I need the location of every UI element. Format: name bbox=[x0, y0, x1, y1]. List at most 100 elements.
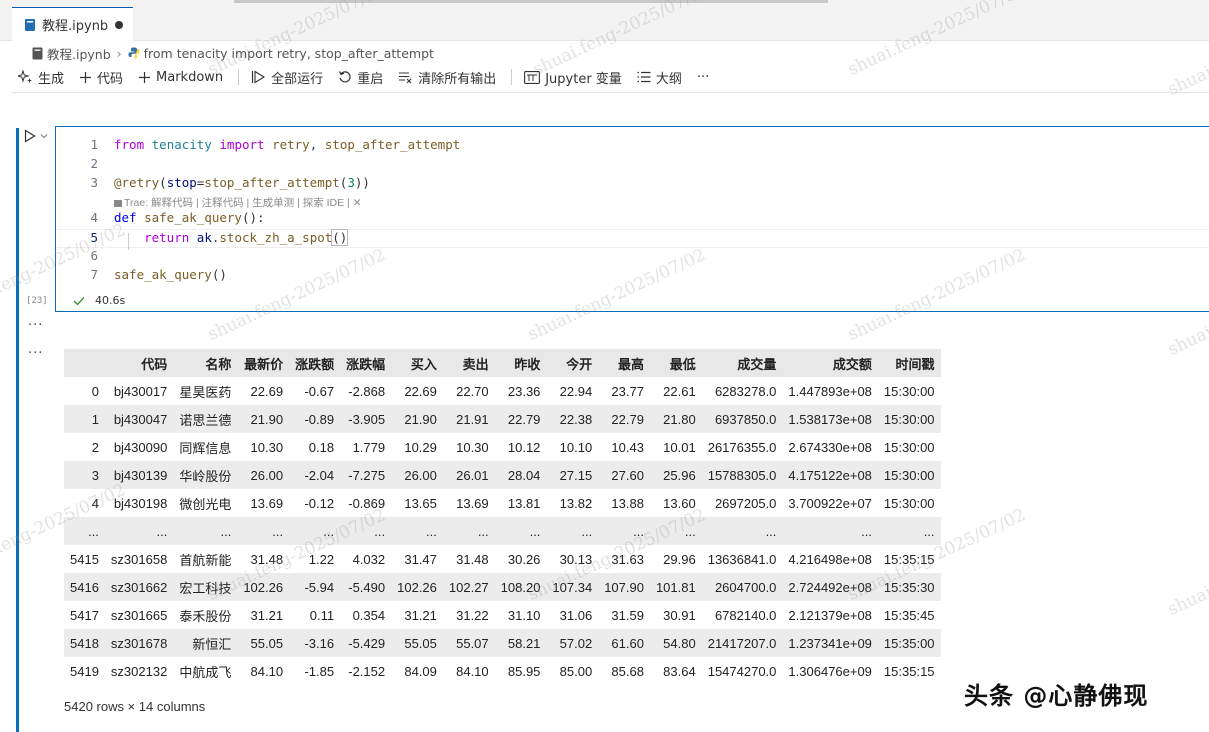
row-index: 4 bbox=[91, 495, 99, 511]
table-row: 5418 sz301678 新恒汇 55.05 -3.16 -5.429 55.05 55.0… bbox=[64, 629, 941, 657]
jupyter-variables-button[interactable]: Jupyter 变量 bbox=[524, 68, 622, 87]
table-cell: 宏工科技 bbox=[179, 580, 232, 596]
tab-notebook[interactable]: 教程.ipynb bbox=[12, 7, 133, 41]
column-header: 卖出 bbox=[442, 349, 495, 377]
chevron-down-icon[interactable] bbox=[39, 132, 49, 140]
table-cell: bj430090 bbox=[113, 439, 168, 455]
table-cell: -3.905 bbox=[348, 411, 386, 427]
table-cell: ... bbox=[684, 523, 696, 539]
code-line[interactable]: 1 from tenacity import retry, stop_after… bbox=[56, 137, 1209, 156]
column-header: 昨收 bbox=[494, 349, 547, 377]
table-cell: -3.16 bbox=[304, 635, 335, 651]
row-index: 3 bbox=[91, 467, 99, 483]
table-cell: 22.38 bbox=[559, 411, 593, 427]
table-cell: 10.10 bbox=[559, 439, 593, 455]
table-cell: 102.26 bbox=[243, 579, 284, 595]
line-number: 2 bbox=[90, 156, 98, 171]
clear-outputs-button[interactable]: 清除所有输出 bbox=[398, 68, 496, 87]
run-all-icon bbox=[252, 70, 266, 84]
table-cell: ... bbox=[633, 523, 644, 539]
table-cell: 1.306476e+09 bbox=[788, 663, 872, 679]
row-index: 5419 bbox=[70, 663, 99, 679]
run-cell-button[interactable] bbox=[24, 129, 49, 143]
code-cell[interactable]: 1 from tenacity import retry, stop_after… bbox=[55, 126, 1209, 312]
outline-button[interactable]: 大纲 bbox=[637, 68, 682, 87]
code-line-active[interactable]: 5 return ak.stock_zh_a_spot() bbox=[56, 229, 1209, 248]
table-cell: 31.21 bbox=[250, 607, 284, 623]
table-cell: 31.21 bbox=[404, 607, 437, 623]
line-number: 7 bbox=[90, 267, 98, 282]
table-cell: 15:30:00 bbox=[883, 467, 935, 483]
add-markdown-button[interactable]: Markdown bbox=[138, 70, 223, 85]
table-cell: 15:35:45 bbox=[883, 607, 935, 623]
column-header: 成交量 bbox=[701, 349, 783, 377]
table-cell: ... bbox=[156, 523, 168, 539]
table-cell: ... bbox=[581, 523, 593, 539]
table-cell: 85.95 bbox=[507, 663, 541, 679]
table-row: 5419 sz302132 中航成飞 84.10 -1.85 -2.152 84.09 84.… bbox=[64, 657, 941, 685]
table-cell: 27.60 bbox=[611, 467, 644, 483]
table-cell: 31.47 bbox=[404, 551, 437, 567]
table-cell: sz301678 bbox=[110, 635, 168, 651]
table-cell: 10.43 bbox=[611, 439, 644, 455]
codelens-text: Trae: 解释代码 | 注释代码 | 生成单测 | 探索 IDE | ✕ bbox=[124, 197, 362, 209]
table-cell: 10.12 bbox=[507, 439, 541, 455]
table-cell: 26.00 bbox=[404, 467, 437, 483]
table-cell: 6937850.0 bbox=[714, 411, 777, 427]
generate-button[interactable]: 生成 bbox=[18, 68, 64, 87]
code-line[interactable]: 6 bbox=[56, 248, 1209, 267]
add-code-label: 代码 bbox=[97, 71, 124, 87]
row-index: 0 bbox=[91, 383, 99, 399]
trae-codelens[interactable]: Trae: 解释代码 | 注释代码 | 生成单测 | 探索 IDE | ✕ bbox=[114, 195, 362, 210]
table-cell: ... bbox=[765, 523, 777, 539]
table-cell: 2.121379e+08 bbox=[788, 607, 872, 623]
trae-icon bbox=[114, 199, 122, 207]
table-cell: 15788305.0 bbox=[707, 467, 777, 483]
breadcrumb-file[interactable]: 教程.ipynb bbox=[47, 44, 111, 63]
column-header: 最高 bbox=[598, 349, 650, 377]
cell-status: 40.6s bbox=[73, 294, 125, 307]
unsaved-dot-icon[interactable] bbox=[115, 21, 123, 29]
table-cell: 107.90 bbox=[604, 579, 644, 595]
row-index: 1 bbox=[91, 411, 99, 427]
table-cell: ... bbox=[272, 523, 284, 539]
table-cell: 13.81 bbox=[507, 495, 541, 511]
table-cell: 1.22 bbox=[308, 551, 335, 567]
watermark: shuai.feng-2025/07/02 bbox=[1164, 520, 1209, 620]
run-all-button[interactable]: 全部运行 bbox=[251, 68, 323, 87]
add-code-button[interactable]: 代码 bbox=[79, 68, 123, 87]
output-menu-icon[interactable]: ··· bbox=[28, 318, 43, 333]
table-cell: -2.868 bbox=[348, 383, 386, 399]
outline-label: 大纲 bbox=[655, 71, 682, 87]
table-cell: 15:30:00 bbox=[883, 495, 935, 511]
table-row: 5417 sz301665 泰禾股份 31.21 0.11 0.354 31.21 31.22… bbox=[64, 601, 941, 629]
table-cell: 13.65 bbox=[404, 495, 437, 511]
line-number: 4 bbox=[90, 210, 98, 225]
table-cell: 26176355.0 bbox=[707, 439, 777, 455]
column-header: 代码 bbox=[104, 349, 174, 377]
code-line[interactable]: 7 safe_ak_query() bbox=[56, 267, 1209, 286]
table-cell: 13.60 bbox=[663, 495, 696, 511]
table-row: 5416 sz301662 宏工科技 102.26 -5.94 -5.490 102.26 1… bbox=[64, 573, 941, 601]
dataframe-table: 代码 名称 最新价 涨跌额 涨跌幅 买入 卖出 昨收 今开 最高 最低 成交量 成交额 时间戳 0 bj43… bbox=[64, 349, 941, 685]
column-header: 最低 bbox=[649, 349, 702, 377]
more-actions-button[interactable]: ··· bbox=[697, 70, 709, 85]
table-cell: sz301658 bbox=[110, 551, 168, 567]
breadcrumb-cell[interactable]: from tenacity import retry, stop_after_a… bbox=[144, 46, 434, 61]
code-text: def safe_ak_query(): bbox=[114, 210, 265, 225]
table-cell: 6782140.0 bbox=[714, 607, 777, 623]
table-header-row: 代码 名称 最新价 涨跌额 涨跌幅 买入 卖出 昨收 今开 最高 最低 成交量 成交额 时间戳 bbox=[64, 349, 941, 377]
restart-button[interactable]: 重启 bbox=[338, 68, 383, 87]
notebook-icon bbox=[32, 47, 43, 59]
code-line[interactable]: 3 @retry(stop=stop_after_attempt(3)) bbox=[56, 175, 1209, 194]
table-cell: 10.30 bbox=[456, 439, 489, 455]
table-cell: 22.69 bbox=[250, 383, 284, 399]
code-line[interactable]: 2 bbox=[56, 156, 1209, 175]
code-line[interactable]: 4 def safe_ak_query(): bbox=[56, 210, 1209, 229]
table-cell: 10.01 bbox=[663, 439, 696, 455]
table-cell: 15:30:00 bbox=[883, 383, 935, 399]
output-more-icon[interactable]: ··· bbox=[28, 346, 43, 361]
table-cell: 30.13 bbox=[559, 551, 593, 567]
table-cell: 2.674330e+08 bbox=[788, 439, 872, 455]
table-cell: 31.59 bbox=[611, 607, 644, 623]
